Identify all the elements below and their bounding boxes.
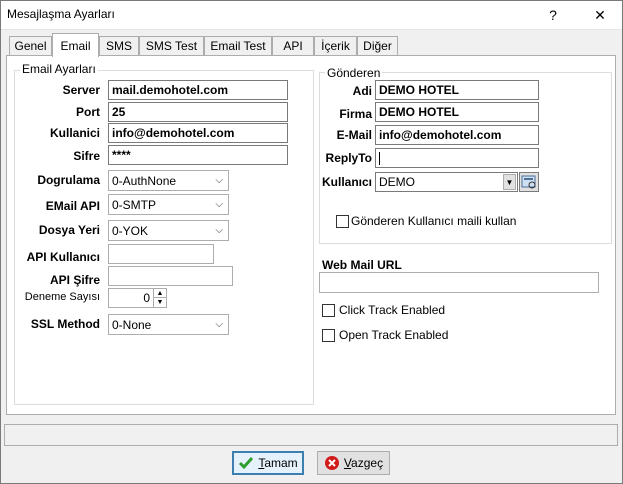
- api-user-input[interactable]: [108, 244, 214, 264]
- api-user-label: API Kullanıcı: [26, 250, 100, 264]
- status-bar: [4, 424, 618, 446]
- chevron-down-icon: ⌵: [215, 199, 223, 210]
- text-cursor: [379, 151, 380, 165]
- sender-group-title: Gönderen: [325, 66, 383, 80]
- retry-count-label: Deneme Sayısı: [24, 291, 100, 303]
- use-user-mail-checkbox[interactable]: [336, 215, 349, 228]
- tab-sms[interactable]: SMS: [99, 36, 139, 55]
- retry-count-value: 0: [143, 291, 150, 305]
- sender-company-input[interactable]: DEMO HOTEL: [375, 102, 539, 122]
- user-input[interactable]: info@demohotel.com: [108, 123, 288, 143]
- auth-label: Dogrulama: [37, 173, 100, 187]
- email-settings-title: Email Ayarları: [20, 62, 98, 76]
- sender-email-input[interactable]: info@demohotel.com: [375, 125, 539, 145]
- ok-button-label: Tamam: [258, 456, 298, 470]
- tab-diger[interactable]: Diğer: [357, 36, 398, 55]
- server-label: Server: [62, 83, 100, 97]
- password-label: Sifre: [73, 149, 100, 163]
- email-api-value: 0-SMTP: [112, 197, 157, 212]
- dropdown-arrow-icon[interactable]: ▼: [503, 174, 516, 190]
- help-button[interactable]: ?: [533, 0, 573, 30]
- window-title: Mesajlaşma Ayarları: [7, 7, 115, 21]
- click-track-checkbox[interactable]: [322, 304, 335, 317]
- checkmark-icon: [239, 457, 254, 470]
- stepper-up-icon[interactable]: ▲: [153, 289, 166, 298]
- port-input[interactable]: 25: [108, 102, 288, 122]
- ssl-method-label: SSL Method: [30, 317, 100, 331]
- cancel-icon: [324, 456, 339, 470]
- close-button[interactable]: ✕: [580, 0, 620, 30]
- sender-user-label: Kullanıcı: [321, 175, 372, 189]
- api-password-label: API Şifre: [49, 273, 100, 287]
- email-api-label: EMail API: [45, 199, 100, 213]
- click-track-label: Click Track Enabled: [339, 303, 446, 317]
- cancel-button-label: Vazgeç: [343, 456, 384, 470]
- tab-sms-test[interactable]: SMS Test: [139, 36, 204, 55]
- auth-select[interactable]: 0-AuthNone ⌵: [108, 170, 229, 191]
- tab-api[interactable]: API: [272, 36, 314, 55]
- user-label: Kullanici: [49, 126, 100, 140]
- replyto-input[interactable]: [375, 148, 539, 168]
- email-api-select[interactable]: 0-SMTP ⌵: [108, 194, 229, 215]
- lookup-button[interactable]: [519, 172, 539, 192]
- replyto-label: ReplyTo: [325, 151, 372, 165]
- use-user-mail-label: Gönderen Kullanıcı maili kullan: [351, 214, 517, 228]
- ok-button[interactable]: Tamam: [232, 451, 304, 475]
- webmail-url-label: Web Mail URL: [322, 258, 402, 272]
- sender-user-select[interactable]: DEMO: [375, 172, 518, 192]
- port-label: Port: [76, 105, 100, 119]
- tab-email-test[interactable]: Email Test: [204, 36, 272, 55]
- chevron-down-icon: ⌵: [215, 225, 223, 236]
- lookup-icon: [521, 175, 536, 189]
- webmail-url-input[interactable]: [319, 272, 599, 293]
- open-track-label: Open Track Enabled: [339, 328, 449, 342]
- folder-label: Dosya Yeri: [38, 223, 100, 237]
- sender-user-value: DEMO: [379, 175, 415, 189]
- tab-email[interactable]: Email: [52, 33, 99, 57]
- tab-icerik[interactable]: İçerik: [314, 36, 357, 55]
- open-track-checkbox[interactable]: [322, 329, 335, 342]
- folder-value: 0-YOK: [112, 223, 149, 238]
- retry-count-stepper[interactable]: 0 ▲ ▼: [108, 288, 167, 308]
- chevron-down-icon: ⌵: [215, 175, 223, 186]
- sender-name-input[interactable]: DEMO HOTEL: [375, 80, 539, 100]
- server-input[interactable]: mail.demohotel.com: [108, 80, 288, 100]
- sender-email-label: E-Mail: [336, 128, 372, 142]
- auth-value: 0-AuthNone: [112, 173, 177, 188]
- sender-company-label: Firma: [339, 107, 372, 121]
- folder-select[interactable]: 0-YOK ⌵: [108, 220, 229, 241]
- chevron-down-icon: ⌵: [215, 319, 223, 330]
- ssl-method-value: 0-None: [112, 317, 152, 332]
- stepper-down-icon[interactable]: ▼: [153, 298, 166, 307]
- sender-name-label: Adi: [352, 84, 372, 98]
- password-input[interactable]: ****: [108, 145, 288, 165]
- ssl-method-select[interactable]: 0-None ⌵: [108, 314, 229, 335]
- cancel-button[interactable]: Vazgeç: [317, 451, 390, 475]
- api-password-input[interactable]: [108, 266, 233, 286]
- tab-genel[interactable]: Genel: [9, 36, 52, 55]
